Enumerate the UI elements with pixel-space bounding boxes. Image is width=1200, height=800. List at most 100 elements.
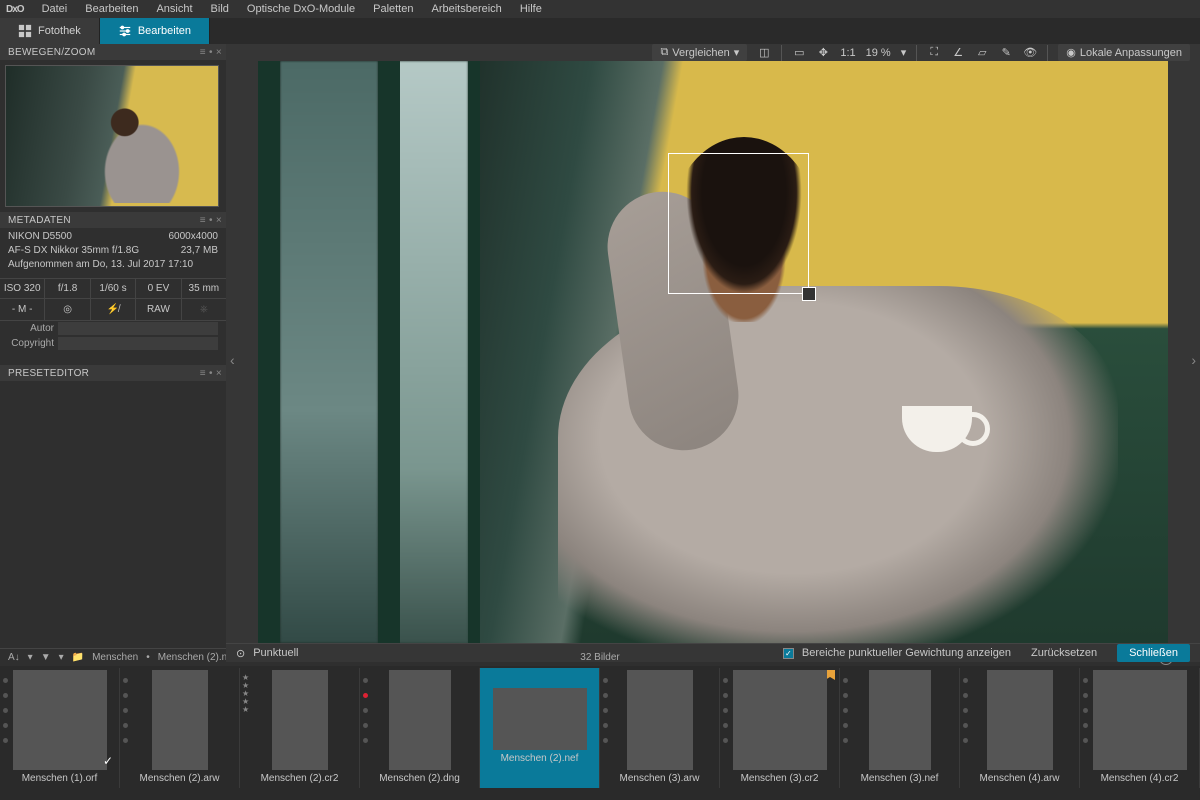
panel-movezoom-header[interactable]: BEWEGEN/ZOOM ≡ • × xyxy=(0,44,226,60)
chip-focal: 35 mm xyxy=(182,279,226,298)
thumb-label: Menschen (1).orf xyxy=(22,770,98,784)
breadcrumb-folder[interactable]: Menschen xyxy=(92,652,138,663)
collapse-right-icon[interactable]: › xyxy=(1191,352,1196,368)
menu-workspace[interactable]: Arbeitsbereich xyxy=(431,3,501,15)
tab-edit[interactable]: Bearbeiten xyxy=(100,18,210,44)
left-sidebar: BEWEGEN/ZOOM ≡ • × METADATEN ≡ • × NIKON… xyxy=(0,44,226,648)
menu-help[interactable]: Hilfe xyxy=(520,3,542,15)
panel-controls[interactable]: ≡ • × xyxy=(200,215,222,226)
copyright-input[interactable] xyxy=(58,337,218,350)
main-view: ⧉ Vergleichen ▾ ◫ ▭ ✥ 1:1 19 % ▾ ⛶ ∠ ▱ ✎… xyxy=(226,44,1200,648)
thumb-selected[interactable]: Menschen (2).nef xyxy=(480,668,600,788)
compare-label: Vergleichen xyxy=(672,47,730,59)
tab-library[interactable]: Fotothek xyxy=(0,18,100,44)
meta-lens: AF-S DX Nikkor 35mm f/1.8G xyxy=(8,244,139,258)
face-detection-box[interactable] xyxy=(668,153,809,294)
zoom-percent[interactable]: 19 % xyxy=(866,47,891,59)
menu-edit[interactable]: Bearbeiten xyxy=(85,3,138,15)
thumb[interactable]: Menschen (2).dng xyxy=(360,668,480,788)
reset-button[interactable]: Zurücksetzen xyxy=(1019,644,1109,662)
menu-palettes[interactable]: Paletten xyxy=(373,3,413,15)
fit-icon[interactable]: ▭ xyxy=(792,46,806,59)
chevron-down-icon[interactable]: ▾ xyxy=(28,652,33,663)
panel-movezoom-title: BEWEGEN/ZOOM xyxy=(8,47,96,58)
thumb-image[interactable] xyxy=(13,670,107,770)
tool-name: Punktuell xyxy=(253,647,298,659)
show-weight-label: Bereiche punktueller Gewichtung anzeigen xyxy=(802,647,1011,659)
collapse-left-icon[interactable]: ‹ xyxy=(230,352,235,368)
photo[interactable] xyxy=(258,61,1168,643)
horizon-icon[interactable]: ∠ xyxy=(951,46,965,59)
image-count: 32 Bilder xyxy=(580,652,619,663)
thumb[interactable]: ✓ Menschen (1).orf xyxy=(0,668,120,788)
panel-controls[interactable]: ≡ • × xyxy=(200,47,222,58)
thumb-image[interactable] xyxy=(152,670,208,770)
thumb[interactable]: Menschen (3).nef xyxy=(840,668,960,788)
thumb-image[interactable] xyxy=(627,670,693,770)
zoom-ratio[interactable]: 1:1 xyxy=(840,47,855,59)
split-view-icon[interactable]: ◫ xyxy=(757,46,771,59)
copyright-row: Copyright xyxy=(0,336,226,351)
navigator-preview[interactable] xyxy=(0,60,226,212)
meter-icon: ◎ xyxy=(45,299,90,320)
thumb[interactable]: Menschen (2).arw xyxy=(120,668,240,788)
chip-aperture: f/1.8 xyxy=(45,279,90,298)
breadcrumb-file[interactable]: Menschen (2).nef xyxy=(158,652,236,663)
menubar: DxO Datei Bearbeiten Ansicht Bild Optisc… xyxy=(0,0,1200,18)
thumb[interactable]: Menschen (4).arw xyxy=(960,668,1080,788)
menu-image[interactable]: Bild xyxy=(211,3,229,15)
panel-preset-header[interactable]: PRESETEDITOR ≡ • × xyxy=(0,365,226,381)
thumb[interactable]: ★★★★★ Menschen (2).cr2 xyxy=(240,668,360,788)
thumb-label: Menschen (3).cr2 xyxy=(741,770,819,784)
controlpoint-icon[interactable]: ⊙ xyxy=(236,647,245,660)
thumb-label: Menschen (2).dng xyxy=(379,770,460,784)
filmstrip[interactable]: ✓ Menschen (1).orf Menschen (2).arw ★★★★… xyxy=(0,666,1200,790)
sort-icon[interactable]: A↓ xyxy=(8,652,20,663)
target-icon: ◉ xyxy=(1066,46,1076,59)
thumb-image[interactable] xyxy=(987,670,1053,770)
local-adjustments-button[interactable]: ◉ Lokale Anpassungen xyxy=(1058,44,1190,61)
thumb-image[interactable] xyxy=(733,670,827,770)
author-input[interactable] xyxy=(58,322,218,335)
gps-icon: ⎈ xyxy=(182,299,226,320)
viewer-statusbar: ⊙ Punktuell ✓ Bereiche punktueller Gewic… xyxy=(226,643,1200,662)
move-icon[interactable]: ✥ xyxy=(816,46,830,59)
navigator-image[interactable] xyxy=(5,65,219,207)
mode-tabs: Fotothek Bearbeiten xyxy=(0,18,1200,44)
compare-button[interactable]: ⧉ Vergleichen ▾ xyxy=(652,44,747,61)
close-button[interactable]: Schließen xyxy=(1117,644,1190,662)
menu-file[interactable]: Datei xyxy=(42,3,68,15)
grid-icon xyxy=(18,24,32,38)
exif-chips: ISO 320 f/1.8 1/60 s 0 EV 35 mm xyxy=(0,278,226,299)
thumb-image[interactable] xyxy=(1093,670,1187,770)
chevron-down-icon[interactable]: ▾ xyxy=(901,46,907,59)
preview-icon[interactable]: 👁 xyxy=(1023,46,1037,59)
show-weight-checkbox[interactable]: ✓ xyxy=(783,648,794,659)
panel-controls[interactable]: ≡ • × xyxy=(200,368,222,379)
resize-handle-icon[interactable] xyxy=(802,287,816,301)
repair-icon[interactable]: ✎ xyxy=(999,46,1013,59)
chevron-down-icon[interactable]: ▾ xyxy=(59,652,64,663)
chip-ev: 0 EV xyxy=(136,279,181,298)
perspective-icon[interactable]: ▱ xyxy=(975,46,989,59)
chip-shutter: 1/60 s xyxy=(91,279,136,298)
viewer-toolbar: ⧉ Vergleichen ▾ ◫ ▭ ✥ 1:1 19 % ▾ ⛶ ∠ ▱ ✎… xyxy=(226,44,1200,61)
thumb-image[interactable] xyxy=(869,670,931,770)
thumb-image[interactable] xyxy=(272,670,328,770)
menu-view[interactable]: Ansicht xyxy=(156,3,192,15)
check-icon: ✓ xyxy=(103,754,113,768)
image-canvas[interactable]: ‹ › xyxy=(244,61,1182,643)
thumb[interactable]: Menschen (3).cr2 xyxy=(720,668,840,788)
thumb[interactable]: Menschen (4).cr2 xyxy=(1080,668,1200,788)
filter-icon[interactable]: ▼ xyxy=(41,652,51,663)
thumb-label: Menschen (3).arw xyxy=(619,770,699,784)
crop-icon[interactable]: ⛶ xyxy=(927,46,941,59)
panel-metadata-header[interactable]: METADATEN ≡ • × xyxy=(0,212,226,228)
thumb-image[interactable] xyxy=(389,670,451,770)
menu-dxo-modules[interactable]: Optische DxO-Module xyxy=(247,3,355,15)
thumb-image[interactable] xyxy=(493,688,587,750)
thumb[interactable]: Menschen (3).arw xyxy=(600,668,720,788)
thumb-label: Menschen (4).cr2 xyxy=(1101,770,1179,784)
tab-edit-label: Bearbeiten xyxy=(138,25,191,37)
meta-taken: Aufgenommen am Do, 13. Jul 2017 17:10 xyxy=(8,258,193,272)
